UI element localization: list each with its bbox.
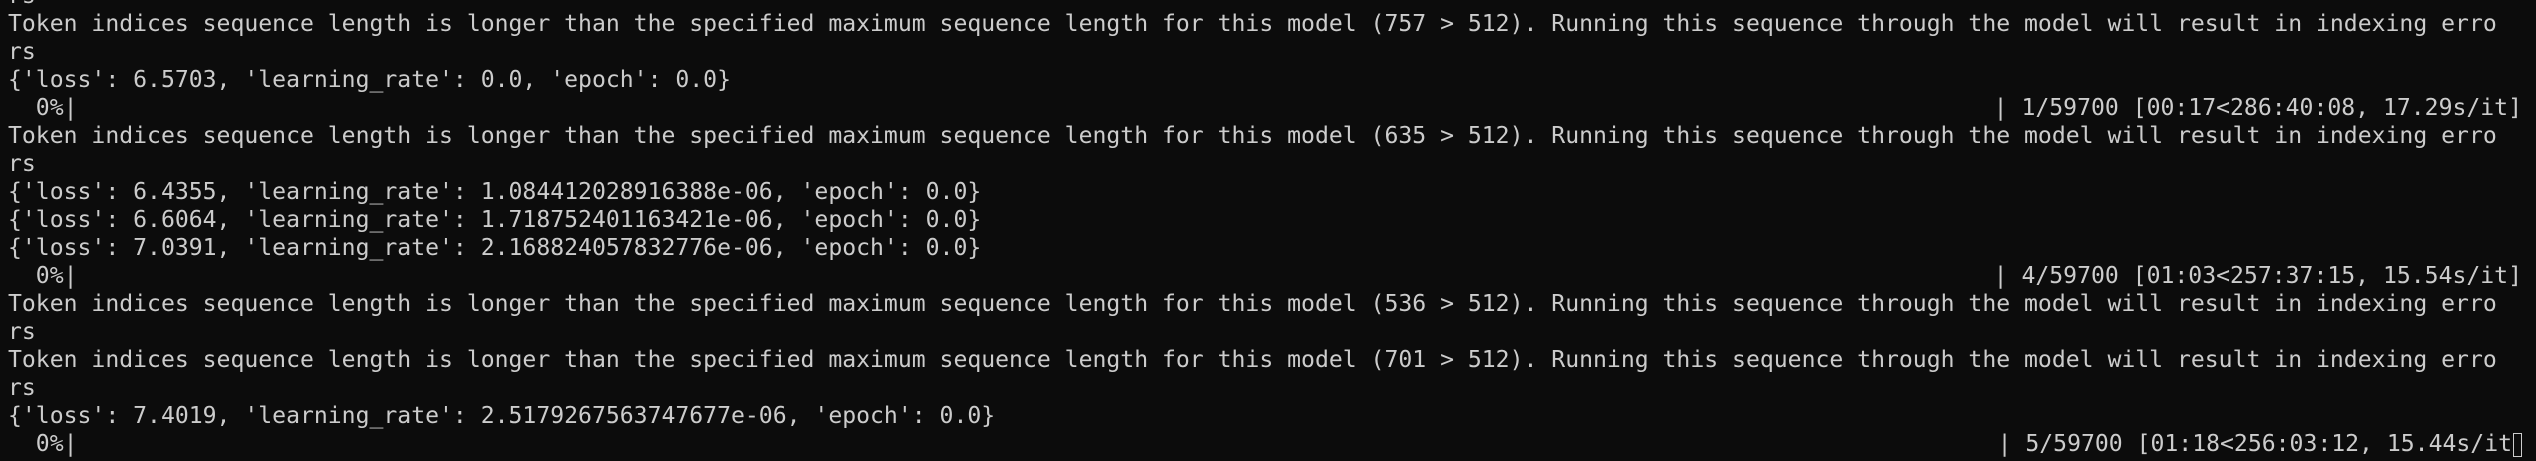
terminal-line: {'loss': 6.6064, 'learning_rate': 1.7187… <box>8 206 2536 234</box>
progress-stats: | 4/59700 [01:03<257:37:15, 15.54s/it] <box>1993 263 2522 289</box>
line-text: Token indices sequence length is longer … <box>8 11 2497 37</box>
terminal-line: rs <box>8 0 2536 10</box>
terminal-line: rs <box>8 150 2536 178</box>
line-text: rs <box>8 375 36 401</box>
line-text: rs <box>8 319 36 345</box>
progress-line: 0%| | 5/59700 [01:18<256:03:12, 15.44s/i… <box>8 430 2536 458</box>
progress-bar-track <box>78 430 1998 458</box>
line-text: Token indices sequence length is longer … <box>8 347 2497 373</box>
line-text: {'loss': 6.6064, 'learning_rate': 1.7187… <box>8 207 982 233</box>
line-text: rs <box>8 39 36 65</box>
line-text: {'loss': 7.0391, 'learning_rate': 2.1688… <box>8 235 982 261</box>
line-text: {'loss': 7.4019, 'learning_rate': 2.5179… <box>8 403 996 429</box>
terminal-line: rs <box>8 374 2536 402</box>
progress-stats: | 5/59700 [01:18<256:03:12, 15.44s/it <box>1997 431 2512 457</box>
terminal-output[interactable]: rs Token indices sequence length is long… <box>0 0 2536 461</box>
progress-percent: 0%| <box>8 263 78 289</box>
line-text: Token indices sequence length is longer … <box>8 123 2497 149</box>
progress-stats: | 1/59700 [00:17<286:40:08, 17.29s/it] <box>1993 95 2522 121</box>
terminal-line: {'loss': 6.5703, 'learning_rate': 0.0, '… <box>8 66 2536 94</box>
terminal-line: Token indices sequence length is longer … <box>8 10 2536 38</box>
terminal-line: {'loss': 7.4019, 'learning_rate': 2.5179… <box>8 402 2536 430</box>
terminal-line: rs <box>8 38 2536 66</box>
terminal-line: {'loss': 7.0391, 'learning_rate': 2.1688… <box>8 234 2536 262</box>
terminal-line: Token indices sequence length is longer … <box>8 346 2536 374</box>
progress-percent: 0%| <box>8 95 78 121</box>
line-text: {'loss': 6.5703, 'learning_rate': 0.0, '… <box>8 67 731 93</box>
text-cursor <box>2513 432 2522 457</box>
progress-bar-track <box>78 94 1994 122</box>
terminal-line: Token indices sequence length is longer … <box>8 122 2536 150</box>
line-text: Token indices sequence length is longer … <box>8 291 2497 317</box>
terminal-line: Token indices sequence length is longer … <box>8 290 2536 318</box>
progress-line: 0%| | 4/59700 [01:03<257:37:15, 15.54s/i… <box>8 262 2536 290</box>
line-text: rs <box>8 151 36 177</box>
progress-line: 0%| | 1/59700 [00:17<286:40:08, 17.29s/i… <box>8 94 2536 122</box>
progress-percent: 0%| <box>8 431 78 457</box>
terminal-line: {'loss': 6.4355, 'learning_rate': 1.0844… <box>8 178 2536 206</box>
progress-bar-track <box>78 262 1994 290</box>
line-text: rs <box>8 0 36 10</box>
terminal-line: rs <box>8 318 2536 346</box>
progress-stats-with-cursor: | 5/59700 [01:18<256:03:12, 15.44s/it <box>1998 430 2536 458</box>
line-text: {'loss': 6.4355, 'learning_rate': 1.0844… <box>8 179 982 205</box>
